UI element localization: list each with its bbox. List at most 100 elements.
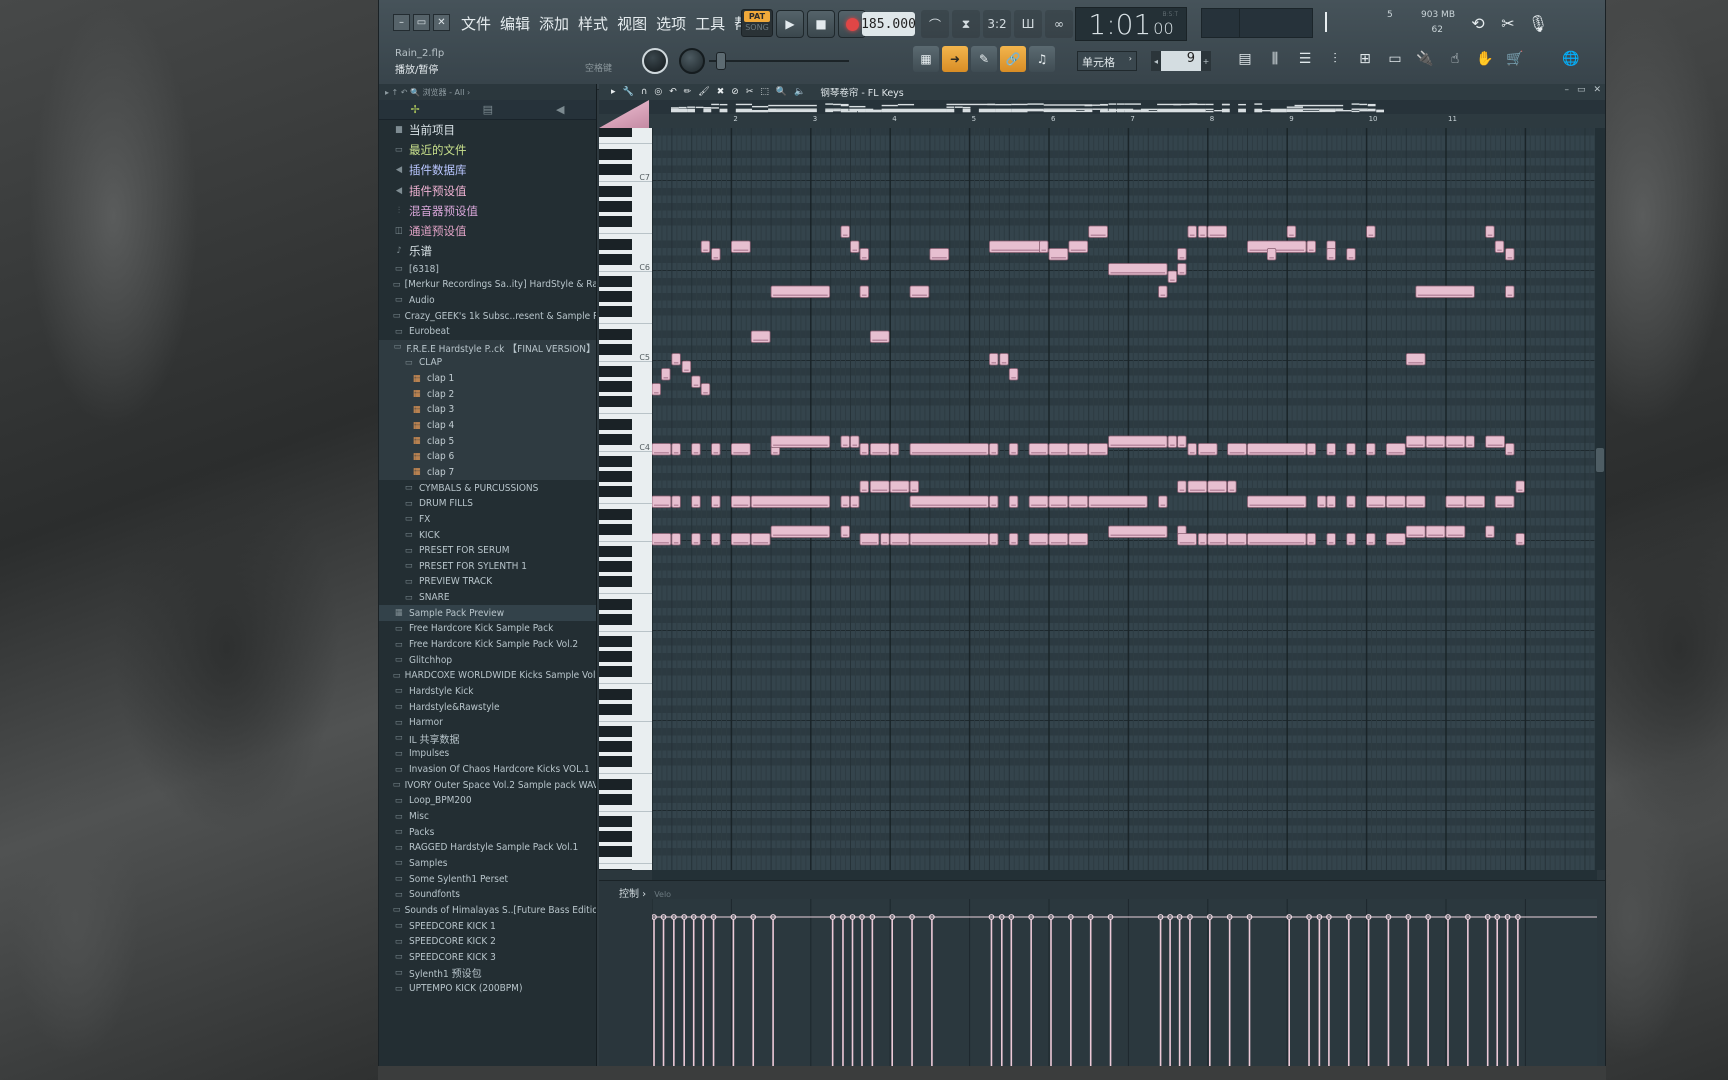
step-size-value[interactable]: 9 xyxy=(1161,51,1201,71)
black-key[interactable] xyxy=(599,201,632,212)
browser-folder[interactable]: ▭ Sounds of Himalayas S..[Future Bass Edi… xyxy=(379,903,596,919)
browser-folder[interactable]: ▭ Free Hardcore Kick Sample Pack Vol.2 xyxy=(379,637,596,653)
browser-subfolder[interactable]: ▭ CYMBALS & PURCUSSIONS xyxy=(379,480,596,496)
black-key[interactable] xyxy=(599,816,632,827)
step-decrease-icon[interactable]: ◂ xyxy=(1151,51,1161,71)
browser-folder[interactable]: ▭ UPTEMPO KICK (200BPM) xyxy=(379,981,596,997)
browser-folder[interactable]: ▭ SPEEDCORE KICK 1 xyxy=(379,918,596,934)
step-increase-icon[interactable]: + xyxy=(1201,51,1211,71)
channel-rack-icon[interactable]: ⫼ xyxy=(1262,46,1288,72)
black-key[interactable] xyxy=(599,343,632,355)
browser-file-clap[interactable]: ▦ clap 2 xyxy=(379,386,596,403)
maximize-button[interactable]: ▭ xyxy=(413,14,430,31)
velocity-lane[interactable] xyxy=(652,899,1597,1066)
browser-folder[interactable]: ▭ IVORY Outer Space Vol.2 Sample pack WAV xyxy=(379,777,596,793)
browser-folder[interactable]: ▭ RAGGED Hardstyle Sample Pack Vol.1 xyxy=(379,840,596,856)
black-key[interactable] xyxy=(599,793,632,805)
black-key[interactable] xyxy=(599,576,632,587)
black-key[interactable] xyxy=(599,846,632,857)
browser-tab-tree-icon[interactable]: ✢ xyxy=(410,103,419,116)
menu-tools[interactable]: 工具 xyxy=(695,13,725,34)
piano-roll-icon[interactable]: ☰ xyxy=(1292,46,1318,72)
plugin-icon[interactable]: 🔌 xyxy=(1412,46,1438,72)
master-volume-knob[interactable] xyxy=(642,48,668,74)
menu-edit[interactable]: 编辑 xyxy=(500,13,530,34)
black-key[interactable] xyxy=(599,418,632,430)
menu-add[interactable]: 添加 xyxy=(539,13,569,34)
black-key[interactable] xyxy=(599,396,632,407)
browser-folder[interactable]: ▭ Invasion Of Chaos Hardcore Kicks VOL.1 xyxy=(379,762,596,778)
step-size-control[interactable]: ◂ 9 + xyxy=(1151,51,1211,71)
shop-icon[interactable]: 🛒 xyxy=(1502,46,1528,72)
browser-item-score[interactable]: ♪ 乐谱 xyxy=(379,241,596,261)
vertical-scrollbar[interactable] xyxy=(1595,128,1605,870)
browser-tab-files-icon[interactable]: ▤ xyxy=(483,103,493,116)
browser-subfolder[interactable]: ▭ PRESET FOR SERUM xyxy=(379,543,596,559)
browser-folder[interactable]: ▭ Audio xyxy=(379,293,596,309)
black-key[interactable] xyxy=(599,456,632,467)
black-key[interactable] xyxy=(599,253,632,265)
black-key[interactable] xyxy=(599,598,632,610)
note-grid[interactable] xyxy=(652,128,1597,870)
pattern-overview[interactable] xyxy=(599,100,1605,114)
link-icon[interactable]: 🔗 xyxy=(1000,46,1026,72)
delete-tool-icon[interactable]: ✖ xyxy=(717,87,725,97)
pr-close-icon[interactable]: ✕ xyxy=(1593,85,1601,95)
loop-record-icon[interactable]: ∞ xyxy=(1045,10,1073,38)
black-key[interactable] xyxy=(599,613,632,625)
pencil-icon[interactable]: ✏ xyxy=(684,87,692,97)
record-mode-icon[interactable]: ◎ xyxy=(654,87,662,97)
countdown-icon[interactable]: 3:2 xyxy=(983,10,1011,38)
browser-folder[interactable]: ▭ Hardstyle Kick xyxy=(379,684,596,700)
piano-roll-menu-icon[interactable]: ▸ xyxy=(611,87,616,97)
minimize-button[interactable]: – xyxy=(393,14,410,31)
browser-item-project[interactable]: ■ 当前项目 xyxy=(379,120,596,140)
black-key[interactable] xyxy=(599,381,632,392)
browser-item-recent[interactable]: ▭ 最近的文件 xyxy=(379,140,596,160)
browser-folder[interactable]: ▭ Free Hardcore Kick Sample Pack xyxy=(379,621,596,637)
black-key[interactable] xyxy=(599,666,632,677)
black-key[interactable] xyxy=(599,636,632,647)
black-key[interactable] xyxy=(599,703,632,715)
black-key[interactable] xyxy=(599,741,632,752)
black-key[interactable] xyxy=(599,328,632,340)
black-key[interactable] xyxy=(599,148,632,160)
browser-item-plugin-preset[interactable]: ◀ 插件预设值 xyxy=(379,181,596,201)
metronome-bell-icon[interactable]: ♫ xyxy=(1029,46,1055,72)
undo-small-icon[interactable]: ↶ xyxy=(669,87,677,97)
browser-folder[interactable]: ▭ SPEEDCORE KICK 2 xyxy=(379,934,596,950)
browser-folder[interactable]: ▭ [6318] xyxy=(379,261,596,277)
browser-folder[interactable]: ▭ HARDCOXE WORLDWIDE Kicks Sample Vol.2 xyxy=(379,668,596,684)
horizontal-scrollbar[interactable] xyxy=(652,870,1597,880)
browser-item-mixer-preset[interactable]: ⫶ 混音器预设值 xyxy=(379,201,596,221)
black-key[interactable] xyxy=(599,306,632,317)
black-key[interactable] xyxy=(599,433,632,445)
browser-file-clap[interactable]: ▦ clap 5 xyxy=(379,433,596,449)
black-key[interactable] xyxy=(599,688,632,700)
black-key[interactable] xyxy=(599,868,632,870)
browser-icon[interactable]: ⊞ xyxy=(1352,46,1378,72)
arrow-tool-icon[interactable]: ➜ xyxy=(942,46,968,72)
master-pitch-knob[interactable] xyxy=(679,48,705,74)
black-key[interactable] xyxy=(599,778,632,790)
browser-folder[interactable]: ▭ Impulses xyxy=(379,746,596,762)
black-key[interactable] xyxy=(599,186,632,197)
tempo-display[interactable]: 185.000 xyxy=(861,12,916,36)
browser-subfolder[interactable]: ▭ DRUM FILLS xyxy=(379,496,596,512)
timeline-ruler[interactable]: 2 3 4 5 6 7 8 9 10 11 xyxy=(599,100,1605,128)
browser-item-channel-preset[interactable]: ◫ 通道预设值 xyxy=(379,221,596,241)
slice-tool-icon[interactable]: ✂ xyxy=(746,87,754,97)
black-key[interactable] xyxy=(599,366,632,377)
paint-icon[interactable]: 🖌 xyxy=(698,87,709,97)
control-selector[interactable]: 控制 › Velo xyxy=(619,885,671,900)
playback-tool-icon[interactable]: 🔈 xyxy=(794,87,805,97)
browser-folder[interactable]: ▭ Samples xyxy=(379,856,596,872)
browser-subfolder[interactable]: ▭ FX xyxy=(379,512,596,528)
browser-folder[interactable]: ▭ Soundfonts xyxy=(379,887,596,903)
pr-maximize-icon[interactable]: ▭ xyxy=(1577,85,1586,95)
browser-folder[interactable]: ▭ Some Sylenth1 Perset xyxy=(379,871,596,887)
browser-folder[interactable]: ▭ SPEEDCORE KICK 3 xyxy=(379,950,596,966)
black-key[interactable] xyxy=(599,561,632,572)
piano-roll-toggle-icon[interactable]: ▦ xyxy=(913,46,939,72)
browser-folder[interactable]: ▭ Harmor xyxy=(379,715,596,731)
